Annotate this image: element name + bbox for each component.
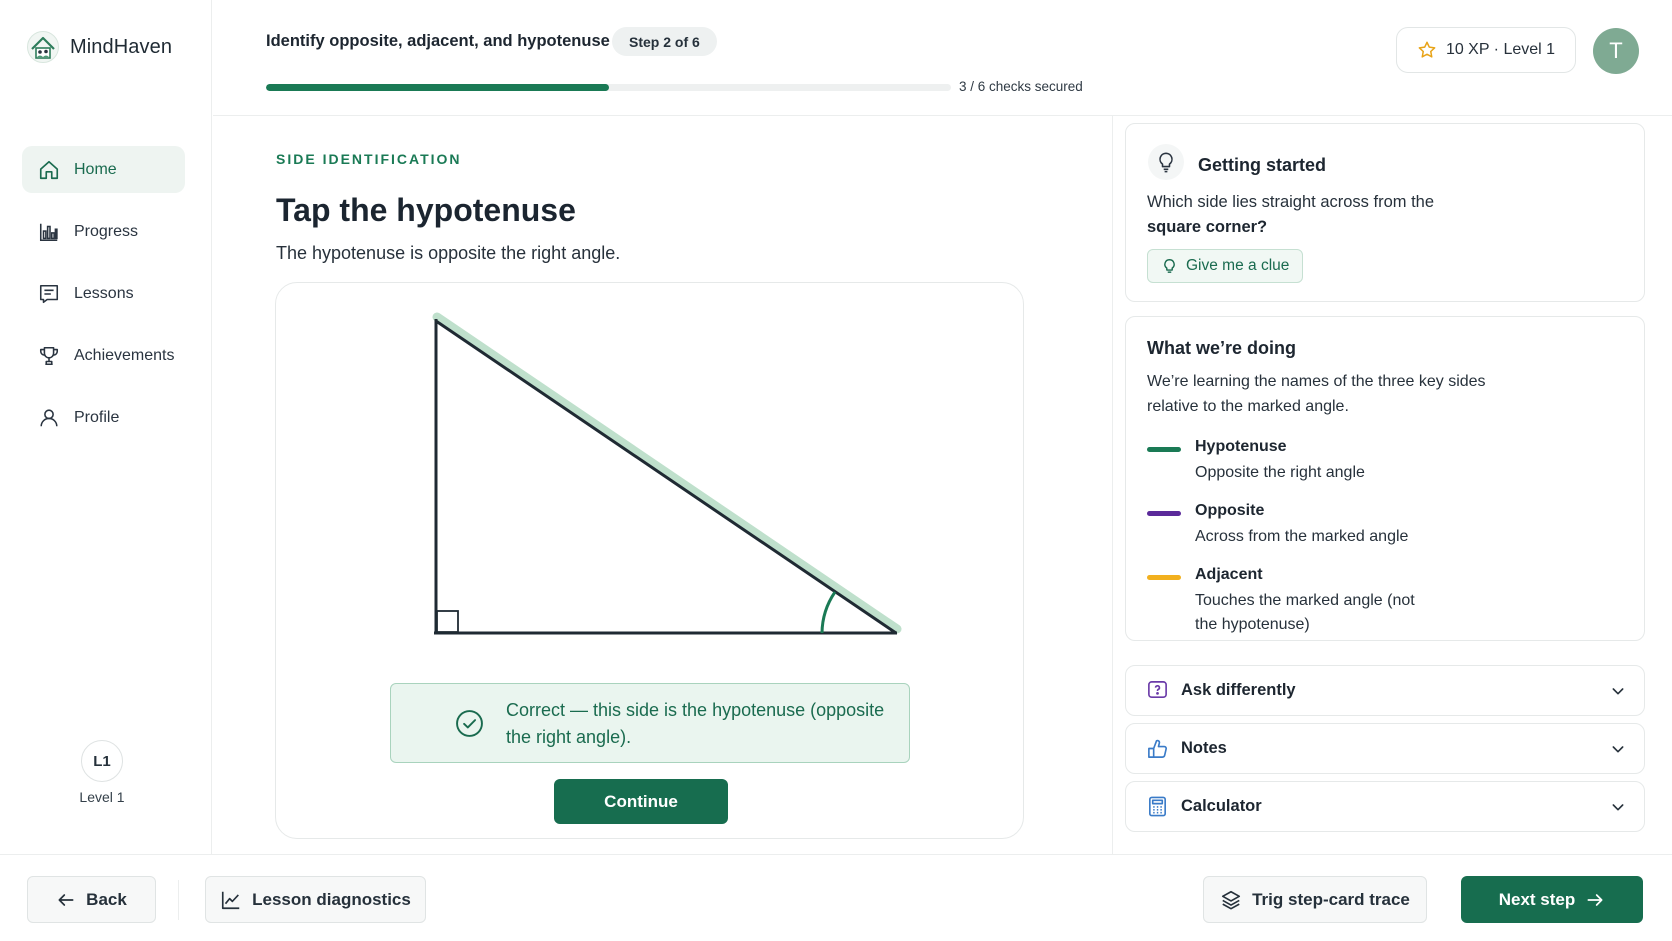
lesson-header: Identify opposite, adjacent, and hypoten… (213, 0, 1672, 116)
next-step-button[interactable]: Next step (1461, 876, 1643, 923)
accordion-ask-differently[interactable]: Ask differently (1125, 665, 1645, 716)
accordion-calculator[interactable]: Calculator (1125, 781, 1645, 832)
back-button[interactable]: Back (27, 876, 156, 923)
layers-icon (1222, 890, 1241, 910)
arrow-left-icon (58, 893, 74, 906)
sidebar-item-profile[interactable]: Profile (22, 394, 185, 441)
back-label: Back (86, 889, 127, 909)
getting-started-question: Which side lies straight across from the… (1147, 190, 1477, 240)
give-clue-button[interactable]: Give me a clue (1147, 249, 1304, 283)
question-text: Which side lies straight across from the (1147, 193, 1435, 211)
right-angle-marker (436, 610, 459, 633)
legend-desc: Touches the marked angle (not the hypote… (1195, 592, 1415, 633)
hypotenuse-highlight[interactable] (432, 312, 902, 634)
sidebar-item-achievements[interactable]: Achievements (22, 332, 185, 379)
right-triangle-diagram (432, 312, 902, 635)
next-step-label: Next step (1498, 889, 1576, 909)
check-circle-icon (456, 710, 483, 737)
lesson-progress-fill (266, 84, 609, 91)
what-were-doing-body: We’re learning the names of the three ke… (1147, 373, 1486, 415)
what-were-doing-title: What we’re doing (1147, 338, 1297, 358)
sidebar-item-label: Lessons (74, 284, 134, 302)
give-clue-label: Give me a clue (1186, 257, 1290, 274)
level-badge: L1 (81, 740, 123, 782)
level-label: Level 1 (79, 789, 125, 805)
adjacent-swatch (1147, 575, 1181, 580)
sidebar-item-label: Profile (74, 408, 120, 426)
user-icon (40, 408, 58, 426)
trig-trace-button[interactable]: Trig step-card trace (1203, 876, 1427, 923)
mindhaven-logo-icon (27, 31, 59, 63)
what-were-doing-card: What we’re doing We’re learning the name… (1125, 316, 1645, 641)
triangle-canvas-card: Correct — this side is the hypotenuse (o… (275, 282, 1024, 839)
lesson-footer: Back Lesson diagnostics Trig step-card t… (0, 854, 1672, 941)
sidebar-item-progress[interactable]: Progress (22, 208, 185, 255)
hypotenuse-side[interactable] (435, 319, 897, 635)
arrow-right-icon (1587, 893, 1603, 906)
bar-chart-icon (39, 223, 58, 241)
sidebar-item-label: Achievements (74, 346, 175, 364)
legend-desc: Opposite the right angle (1195, 464, 1365, 481)
accordion-label: Notes (1181, 739, 1227, 757)
step-pill: Step 2 of 6 (612, 27, 717, 56)
checks-secured-label: 3 / 6 checks secured (959, 79, 1083, 94)
brand-name: MindHaven (70, 35, 173, 58)
legend-name: Opposite (1195, 502, 1265, 519)
lesson-progress-bar (266, 84, 951, 91)
question-bold-text: square corner? (1147, 218, 1268, 236)
lesson-title: Identify opposite, adjacent, and hypoten… (266, 32, 610, 50)
user-avatar[interactable]: T (1593, 28, 1639, 74)
accordion-label: Ask differently (1181, 681, 1296, 699)
legend-desc: Across from the marked angle (1195, 528, 1409, 545)
getting-started-card: Getting started Which side lies straight… (1125, 123, 1645, 302)
sidebar-item-label: Progress (74, 222, 139, 240)
side-panel: Getting started Which side lies straight… (1112, 116, 1672, 854)
section-eyebrow: SIDE IDENTIFICATION (276, 151, 462, 167)
brand[interactable]: MindHaven (26, 30, 172, 64)
notes-icon (1148, 739, 1167, 758)
accordion-label: Calculator (1181, 797, 1262, 815)
sidebar: MindHaven Home Progress Lessons Achievem… (0, 0, 212, 854)
line-chart-icon (222, 891, 240, 909)
getting-started-title: Getting started (1198, 155, 1327, 175)
trophy-icon (39, 346, 59, 365)
opposite-swatch (1147, 511, 1181, 516)
legend-name: Hypotenuse (1195, 438, 1287, 455)
lesson-diagnostics-label: Lesson diagnostics (252, 889, 411, 909)
calculator-icon (1149, 796, 1166, 817)
xp-level-pill[interactable]: 10 XP · Level 1 (1396, 27, 1576, 73)
lessons-icon (39, 284, 59, 303)
chevron-down-icon (1612, 804, 1624, 811)
xp-level-label: 10 XP · Level 1 (1445, 41, 1556, 58)
hypotenuse-swatch (1147, 447, 1181, 452)
accordion-notes[interactable]: Notes (1125, 723, 1645, 774)
marked-angle-arc (820, 591, 837, 634)
sidebar-nav: Home Progress Lessons Achievements Profi… (22, 146, 185, 456)
footer-divider (178, 880, 179, 920)
continue-button[interactable]: Continue (554, 779, 728, 824)
lesson-diagnostics-button[interactable]: Lesson diagnostics (205, 876, 426, 923)
page-title: Tap the hypotenuse (276, 192, 576, 228)
home-icon (39, 160, 59, 179)
trig-trace-label: Trig step-card trace (1252, 889, 1410, 909)
chevron-down-icon (1612, 746, 1624, 753)
feedback-text: Correct — this side is the hypotenuse (o… (506, 700, 885, 747)
sidebar-item-label: Home (74, 160, 117, 178)
feedback-banner: Correct — this side is the hypotenuse (o… (390, 683, 910, 763)
lightbulb-icon (1164, 258, 1175, 273)
sidebar-item-home[interactable]: Home (22, 146, 185, 193)
star-icon (1418, 41, 1436, 58)
lightbulb-icon (1148, 144, 1184, 180)
sidebar-item-lessons[interactable]: Lessons (22, 270, 185, 317)
legend-name: Adjacent (1195, 566, 1263, 583)
ask-differently-icon (1148, 681, 1167, 699)
page-subtitle: The hypotenuse is opposite the right ang… (276, 243, 621, 263)
chevron-down-icon (1612, 688, 1624, 695)
